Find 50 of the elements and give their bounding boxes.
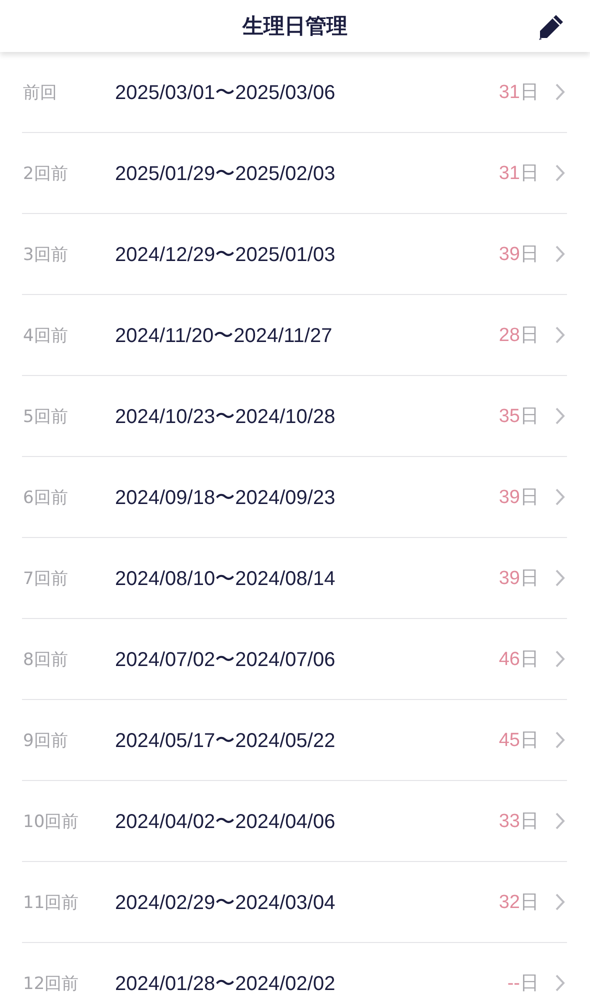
chevron-right-icon[interactable]: [555, 812, 565, 830]
date-range[interactable]: 2024/11/20〜2024/11/27: [115, 322, 499, 348]
cycle-length: 35日: [498, 405, 539, 429]
date-range[interactable]: 2024/02/29〜2024/03/04: [115, 888, 499, 916]
cycle-length: --日: [507, 972, 539, 996]
period-label: 11回前: [22, 892, 80, 914]
period-label: 5回前: [22, 406, 69, 428]
chevron-right-icon[interactable]: [555, 245, 565, 263]
cycle-length: 28日: [498, 324, 539, 348]
period-label: 6回前: [22, 486, 69, 508]
period-label: 8回前: [22, 648, 69, 670]
chevron-right-icon[interactable]: [555, 83, 565, 101]
date-range[interactable]: 2024/07/02〜2024/07/06: [115, 646, 499, 672]
date-range[interactable]: 2025/01/29〜2025/02/03: [115, 160, 499, 186]
period-label: 10回前: [22, 810, 80, 832]
chevron-right-icon[interactable]: [555, 731, 565, 749]
chevron-right-icon[interactable]: [555, 164, 565, 182]
cycle-length: 31 日: [498, 81, 539, 105]
date-range[interactable]: 2024/08/10〜2024/08/14: [115, 564, 499, 592]
period-label: 12回前: [22, 972, 80, 994]
period-label: 3回前: [22, 244, 69, 266]
cycle-length: 39 日: [498, 567, 539, 591]
cycle-length: 33 日: [498, 810, 539, 834]
date-range[interactable]: 2025/03/01〜2025/03/06: [115, 78, 499, 106]
period-label: 前回: [22, 82, 58, 104]
date-range[interactable]: 2024/04/02〜2024/04/06: [115, 808, 499, 834]
cycle-length: 32 日: [498, 891, 539, 915]
chevron-right-icon[interactable]: [555, 488, 565, 506]
chevron-right-icon[interactable]: [555, 569, 565, 587]
cycle-length: 39 日: [498, 486, 539, 510]
period-label: 2回前: [22, 162, 69, 184]
chevron-right-icon[interactable]: [555, 326, 565, 344]
date-range[interactable]: 2024/05/17〜2024/05/22: [115, 726, 499, 754]
cycle-length: 45日: [498, 729, 539, 753]
date-range[interactable]: 2024/09/18〜2024/09/23: [115, 484, 499, 510]
page-title: 生理日管理: [242, 13, 348, 40]
period-label: 9回前: [22, 730, 69, 752]
cycle-length: 46日: [498, 648, 539, 672]
chevron-right-icon[interactable]: [555, 893, 565, 911]
chevron-right-icon[interactable]: [555, 974, 565, 992]
date-range[interactable]: 2024/01/28〜2024/02/02: [115, 970, 508, 996]
period-label: 7回前: [22, 568, 69, 590]
date-range[interactable]: 2024/12/29〜2025/01/03: [115, 240, 499, 268]
date-range[interactable]: 2024/10/23〜2024/10/28: [115, 402, 499, 430]
chevron-right-icon[interactable]: [555, 650, 565, 668]
cycle-length: 39 日: [498, 243, 539, 267]
period-label: 4回前: [22, 324, 69, 346]
chevron-right-icon[interactable]: [555, 407, 565, 425]
pencil-icon[interactable]: [536, 12, 566, 42]
cycle-length: 31 日: [498, 162, 539, 186]
